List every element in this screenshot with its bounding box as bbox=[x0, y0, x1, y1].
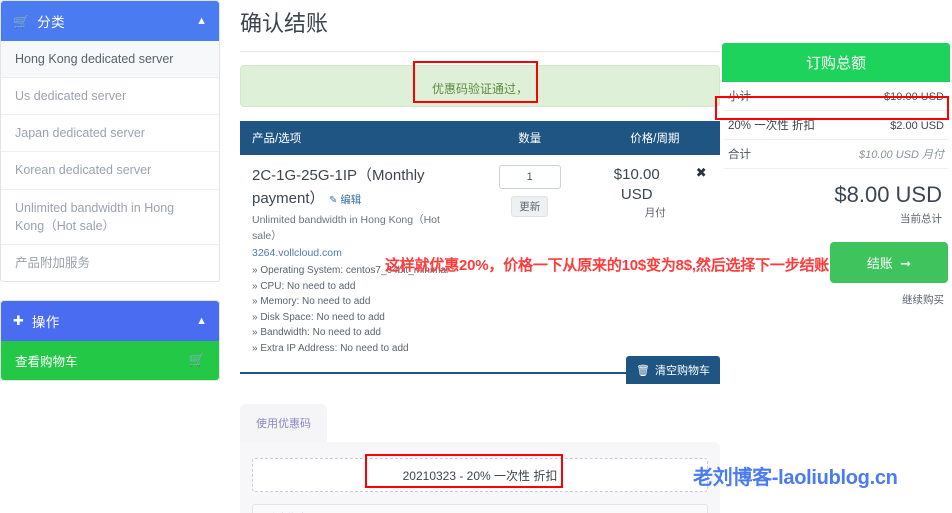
categories-panel-header[interactable]: 🛒 分类 ▲ bbox=[1, 1, 219, 41]
product-option-bandwidth: » Bandwidth: No need to add bbox=[252, 327, 381, 339]
remove-coupon-button[interactable]: 删除优惠码 bbox=[252, 504, 708, 513]
watermark: 老刘博客-laoliublog.cn bbox=[693, 467, 898, 489]
page-title: 确认结账 bbox=[240, 11, 329, 36]
cart-icon: 🛒 bbox=[13, 13, 30, 29]
grand-total-label: 当前总计 bbox=[900, 213, 942, 226]
cart-table: 产品/选项 数量 价格/周期 2C-1G-25G-1IP（Monthly pay… bbox=[240, 121, 720, 366]
clear-cart-button[interactable]: 🗑 清空购物车 bbox=[626, 356, 720, 385]
categories-panel-title: 分类 bbox=[37, 15, 66, 30]
billing-cycle: 月付 bbox=[644, 206, 666, 219]
checkout-page: 🛒 分类 ▲ Hong Kong dedicated server Us ded… bbox=[0, 0, 952, 513]
column-header-price: 价格/周期 bbox=[589, 121, 720, 155]
trash-icon: 🗑 bbox=[636, 364, 650, 377]
coupon-code-input[interactable]: 20210323 - 20% 一次性 折扣 bbox=[252, 454, 708, 493]
checkout-button[interactable]: 结账 ➞ bbox=[830, 242, 948, 284]
edit-product-link[interactable]: ✎ 编辑 bbox=[329, 194, 361, 206]
cart-table-header-row: 产品/选项 数量 价格/周期 bbox=[240, 121, 720, 155]
categories-panel: 🛒 分类 ▲ Hong Kong dedicated server Us ded… bbox=[0, 0, 220, 282]
coupon-panel: 20210323 - 20% 一次性 折扣 删除优惠码 bbox=[240, 442, 720, 513]
arrow-right-icon: ➞ bbox=[896, 256, 912, 272]
summary-value-total: $10.00 USD 月付 bbox=[859, 149, 944, 161]
summary-row-subtotal: 小计 $10.00 USD bbox=[724, 82, 948, 111]
sidebar-item-us-dedicated-server[interactable]: Us dedicated server bbox=[1, 78, 219, 116]
view-cart-button[interactable]: 查看购物车 🛒 bbox=[1, 340, 219, 380]
update-qty-button[interactable]: 更新 bbox=[511, 196, 549, 217]
quantity-input[interactable] bbox=[498, 165, 561, 189]
plus-icon: ✚ bbox=[13, 313, 24, 329]
summary-row-total: 合计 $10.00 USD 月付 bbox=[724, 140, 948, 169]
actions-panel: ✚ 操作 ▲ 查看购物车 🛒 bbox=[0, 299, 220, 381]
summary-value-discount: $2.00 USD bbox=[890, 120, 944, 132]
sidebar-item-unlimited-bandwidth-hong-kong[interactable]: Unlimited bandwidth in Hong Kong（Hot sal… bbox=[1, 190, 219, 245]
summary-label-subtotal: 小计 bbox=[728, 91, 751, 103]
grand-total-amount: $8.00 USD bbox=[834, 182, 942, 207]
view-cart-label: 查看购物车 bbox=[15, 354, 78, 369]
product-subtitle: Unlimited bandwidth in Hong Kong（Hot sal… bbox=[252, 214, 440, 242]
product-price: $10.00 USD bbox=[613, 166, 660, 204]
summary-value-subtotal: $10.00 USD bbox=[884, 91, 944, 103]
title-divider bbox=[240, 51, 720, 52]
order-summary-title: 订购总额 bbox=[722, 43, 950, 82]
product-options-list: » Operating System: centos7_64bit_minima… bbox=[252, 263, 458, 356]
coupon-code-value: 20210323 - 20% 一次性 折扣 bbox=[402, 468, 558, 483]
clear-cart-label: 清空购物车 bbox=[655, 365, 710, 378]
chevron-up-icon[interactable]: ▲ bbox=[196, 315, 207, 327]
column-header-product: 产品/选项 bbox=[240, 121, 470, 155]
chevron-up-icon[interactable]: ▲ bbox=[196, 15, 207, 27]
product-option-disk: » Disk Space: No need to add bbox=[252, 311, 385, 323]
sidebar-item-japan-dedicated-server[interactable]: Japan dedicated server bbox=[1, 115, 219, 153]
sidebar-item-korean-dedicated-server[interactable]: Korean dedicated server bbox=[1, 152, 219, 190]
actions-panel-title: 操作 bbox=[31, 314, 60, 330]
sidebar-item-hong-kong-dedicated-server[interactable]: Hong Kong dedicated server bbox=[1, 41, 219, 79]
grand-total-block: $8.00 USD 当前总计 bbox=[724, 169, 948, 226]
pencil-icon: ✎ bbox=[329, 194, 338, 206]
actions-panel-header[interactable]: ✚ 操作 ▲ bbox=[1, 300, 219, 341]
product-option-cpu: » CPU: No need to add bbox=[252, 280, 356, 292]
annotation-red-note: 这样就优惠20%，价格一下从原来的10$变为8$,然后选择下一步结账 bbox=[385, 257, 830, 274]
continue-shopping-link[interactable]: 继续购买 bbox=[724, 292, 948, 307]
sidebar: 🛒 分类 ▲ Hong Kong dedicated server Us ded… bbox=[0, 0, 220, 381]
tab-use-coupon[interactable]: 使用优惠码 bbox=[240, 404, 327, 443]
summary-row-discount: 20% 一次性 折扣 $2.00 USD bbox=[724, 111, 948, 140]
column-header-qty: 数量 bbox=[469, 121, 590, 155]
edit-product-label: 编辑 bbox=[340, 193, 362, 206]
product-option-extra-ip: » Extra IP Address: No need to add bbox=[252, 342, 409, 354]
summary-label-total: 合计 bbox=[728, 149, 751, 161]
cart-icon: 🛒 bbox=[188, 352, 205, 368]
sidebar-item-product-addons[interactable]: 产品附加服务 bbox=[1, 245, 219, 281]
summary-label-discount: 20% 一次性 折扣 bbox=[728, 120, 815, 132]
coupon-section: 使用优惠码 20210323 - 20% 一次性 折扣 删除优惠码 bbox=[240, 404, 720, 513]
coupon-success-alert: 优惠码验证通过， bbox=[240, 61, 720, 107]
checkout-label: 结账 bbox=[866, 256, 893, 272]
coupon-success-text: 优惠码验证通过， bbox=[431, 82, 528, 96]
product-option-memory: » Memory: No need to add bbox=[252, 296, 371, 308]
